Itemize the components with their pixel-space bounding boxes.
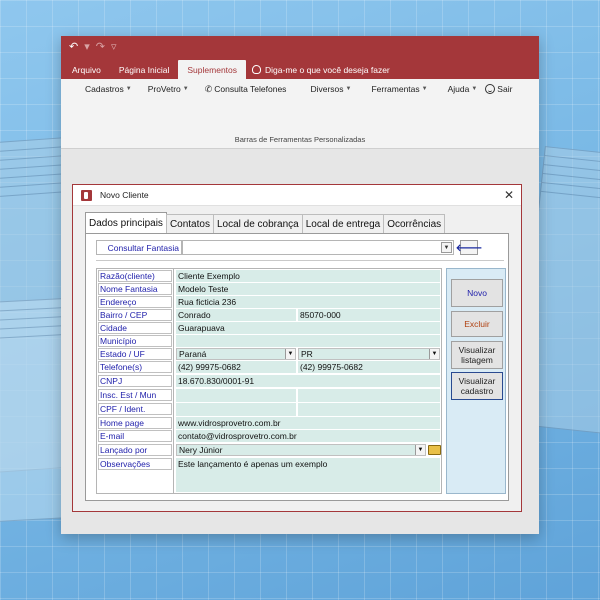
label-razao: Razão(cliente) — [98, 270, 172, 282]
endereco-field[interactable]: Rua ficticia 236 — [176, 296, 440, 308]
label-email: E-mail — [98, 430, 172, 442]
home-page-field[interactable]: www.vidrosprovetro.com.br — [176, 417, 440, 429]
visualizar-cadastro-button[interactable]: Visualizar cadastro — [451, 372, 503, 400]
menu-ferramentas[interactable]: Ferramentas ▼ — [363, 84, 435, 94]
label-municipio: Município — [98, 335, 172, 347]
label-estado: Estado / UF — [98, 348, 172, 360]
label-endereco: Endereço — [98, 296, 172, 308]
dropdown-caret-icon[interactable]: ▾ — [84, 40, 90, 53]
tell-me-text: Diga-me o que você deseja fazer — [265, 64, 390, 75]
phone-icon: ✆ — [204, 83, 213, 94]
visualizar-listagem-button[interactable]: Visualizar listagem — [451, 341, 503, 369]
menu-sair[interactable]: Sair — [485, 84, 520, 94]
chevron-down-icon[interactable]: ▼ — [415, 445, 425, 455]
lightbulb-icon — [252, 65, 262, 74]
lancado-value: Nery Júnior — [179, 445, 223, 455]
tab-pagina-inicial[interactable]: Página Inicial — [110, 60, 179, 79]
tab-content: Consultar Fantasia ▼ 🡐 Razão(cliente) No… — [85, 233, 509, 501]
menu-provetro[interactable]: ProVetro ▼ — [140, 84, 197, 94]
tab-dados-principais[interactable]: Dados principais — [85, 212, 167, 234]
chevron-down-icon: ▼ — [421, 86, 428, 92]
insc-est-field[interactable] — [176, 389, 296, 402]
action-panel: Novo Excluir Visualizar listagem Visuali… — [446, 268, 506, 494]
insc-mun-field[interactable] — [298, 389, 440, 402]
ribbon-panel: Cadastros ▼ ProVetro ▼ ✆ Consulta Telefones… — [61, 79, 539, 149]
estado-value: Paraná — [179, 349, 207, 359]
ribbon-tabs: Arquivo Página Inicial Suplementos Diga-… — [61, 57, 539, 79]
excluir-button[interactable]: Excluir — [451, 311, 503, 337]
menu-consulta-telefones[interactable]: ✆ Consulta Telefones — [197, 84, 295, 95]
uf-value: PR — [301, 349, 313, 359]
cpf-field[interactable] — [176, 403, 296, 416]
ribbon-group-label: Barras de Ferramentas Personalizadas — [234, 135, 366, 144]
tab-local-entrega[interactable]: Local de entrega — [301, 214, 385, 234]
consult-label: Consultar Fantasia — [96, 240, 182, 255]
label-cnpj: CNPJ — [98, 375, 172, 387]
redo-icon[interactable]: ↷ — [96, 40, 105, 53]
chevron-down-icon: ▼ — [182, 86, 189, 92]
label-cpf: CPF / Ident. — [98, 403, 172, 415]
cidade-field[interactable]: Guarapuava — [176, 322, 440, 334]
customize-toolbar-icon[interactable]: ▿ — [111, 40, 117, 53]
email-field[interactable]: contato@vidrosprovetro.com.br — [176, 430, 440, 442]
novo-button[interactable]: Novo — [451, 279, 503, 307]
uf-combo[interactable]: PR ▼ — [298, 348, 440, 360]
dialog-title-bar: Novo Cliente ✕ — [73, 185, 521, 206]
label-insc: Insc. Est / Mun — [98, 389, 172, 401]
tab-local-cobranca[interactable]: Local de cobrança — [212, 214, 303, 234]
access-form-icon — [81, 189, 92, 201]
fields-box: Razão(cliente) Nome Fantasia Endereço Ba… — [96, 268, 442, 494]
menu-cadastros[interactable]: Cadastros ▼ — [77, 84, 140, 94]
tell-me-box[interactable]: Diga-me o que você deseja fazer — [246, 60, 390, 79]
consult-row: Consultar Fantasia ▼ 🡐 — [96, 240, 482, 255]
municipio-field[interactable] — [176, 335, 440, 347]
undo-icon[interactable]: ↶ — [69, 40, 78, 53]
label-obs: Observações — [98, 458, 172, 470]
chevron-down-icon[interactable]: ▼ — [285, 349, 295, 359]
menu-diversos[interactable]: Diversos ▼ — [302, 84, 359, 94]
label-home: Home page — [98, 417, 172, 429]
lancado-por-combo[interactable]: Nery Júnior ▼ — [176, 444, 426, 456]
chevron-down-icon: ▼ — [471, 86, 478, 92]
chevron-down-icon: ▼ — [125, 86, 132, 92]
custom-menu-bar: Cadastros ▼ ProVetro ▼ ✆ Consulta Telefones… — [61, 79, 539, 99]
consult-fantasia-combo[interactable]: ▼ — [182, 240, 454, 255]
label-lancado: Lançado por — [98, 444, 172, 456]
telefone2-field[interactable]: (42) 99975-0682 — [298, 361, 440, 373]
label-bairro: Bairro / CEP — [98, 309, 172, 321]
telefone1-field[interactable]: (42) 99975-0682 — [176, 361, 296, 373]
dialog-title: Novo Cliente — [100, 190, 149, 200]
tab-arquivo[interactable]: Arquivo — [63, 60, 110, 79]
tab-contatos[interactable]: Contatos — [165, 214, 214, 234]
observacoes-text: Este lançamento é apenas um exemplo — [178, 459, 328, 469]
chevron-down-icon[interactable]: ▼ — [441, 242, 452, 253]
tab-suplementos[interactable]: Suplementos — [178, 60, 247, 79]
chevron-down-icon: ▼ — [345, 86, 352, 92]
quick-access-toolbar: ↶ ▾ ↷ ▿ — [61, 36, 539, 57]
novo-cliente-dialog: Novo Cliente ✕ Dados principais Contatos… — [72, 184, 522, 512]
razao-field[interactable]: Cliente Exemplo — [176, 270, 440, 282]
close-icon[interactable]: ✕ — [497, 188, 521, 202]
label-fantasia: Nome Fantasia — [98, 283, 172, 295]
cnpj-field[interactable]: 18.670.830/0001-91 — [176, 375, 440, 387]
form-tabs: Dados principais Contatos Local de cobra… — [73, 212, 521, 234]
folder-icon[interactable] — [428, 445, 441, 455]
chevron-down-icon[interactable]: ▼ — [429, 349, 439, 359]
arrow-left-icon[interactable]: 🡐 — [456, 240, 482, 255]
bairro-field[interactable]: Conrado — [176, 309, 296, 321]
smiley-icon — [485, 84, 496, 94]
cep-field[interactable]: 85070-000 — [298, 309, 440, 321]
tab-ocorrencias[interactable]: Ocorrências — [383, 214, 446, 234]
ident-field[interactable] — [298, 403, 440, 416]
divider — [96, 260, 504, 261]
label-telefones: Telefone(s) — [98, 361, 172, 373]
estado-combo[interactable]: Paraná ▼ — [176, 348, 296, 360]
menu-ajuda[interactable]: Ajuda ▼ — [440, 84, 486, 94]
fantasia-field[interactable]: Modelo Teste — [176, 283, 440, 295]
label-cidade: Cidade — [98, 322, 172, 334]
